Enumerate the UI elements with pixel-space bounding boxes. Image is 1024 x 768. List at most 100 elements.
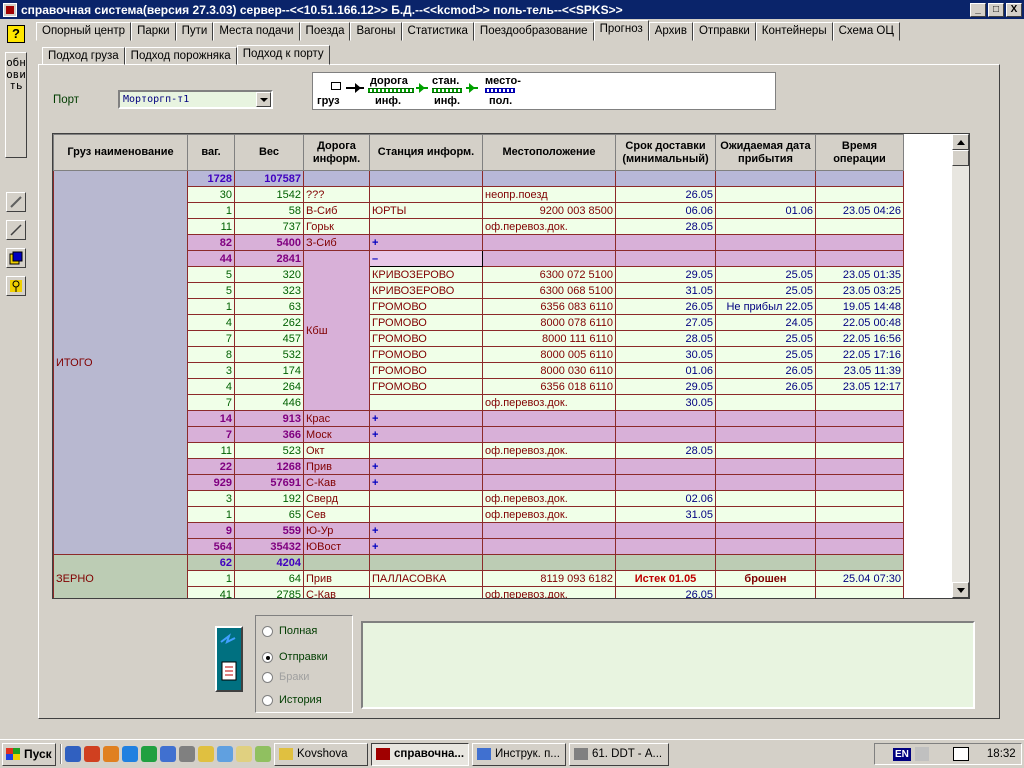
tab-0[interactable]: Опорный центр — [36, 22, 132, 41]
tab-6[interactable]: Статистика — [401, 22, 474, 41]
port-select[interactable]: Морторгп-т1 — [118, 90, 273, 109]
cell-delivery: 26.05 — [615, 586, 716, 598]
scroll-down-button[interactable] — [952, 582, 969, 598]
expand-toggle[interactable]: – — [369, 250, 483, 267]
chevron-down-icon[interactable] — [256, 92, 271, 107]
cell-road: Прив — [303, 570, 370, 587]
subtab-port-approach[interactable]: Подход к порту — [236, 45, 330, 65]
col-wagons[interactable]: ваг. — [187, 134, 235, 171]
clock[interactable]: 18:32 — [987, 748, 1016, 760]
expand-toggle[interactable]: + — [369, 458, 483, 475]
group-total[interactable]: ИТОГО — [53, 170, 188, 555]
col-expected[interactable]: Ожидаемая дата прибытия — [715, 134, 816, 171]
cell-expected: 26.05 — [715, 362, 816, 379]
col-delivery[interactable]: Срок доставки (минимальный) — [615, 134, 716, 171]
cell-expected: 26.05 — [715, 378, 816, 395]
col-cargo[interactable]: Груз наименование — [53, 134, 188, 171]
key-tool-button[interactable] — [6, 276, 26, 296]
refresh-button[interactable]: обновить — [5, 52, 27, 158]
tab-7[interactable]: Поездообразование — [473, 22, 594, 41]
quicklaunch-excel-icon[interactable] — [141, 746, 157, 762]
mode-shipments[interactable]: Отправки — [262, 651, 328, 663]
tab-4[interactable]: Поезда — [299, 22, 351, 41]
cell-station: ГРОМОВО — [369, 378, 483, 395]
cell-wagons: 1 — [187, 202, 235, 219]
calendar-icon[interactable] — [952, 747, 969, 761]
notes-area[interactable] — [361, 621, 975, 709]
app-icon[interactable] — [3, 2, 17, 17]
cell-expected — [715, 394, 816, 411]
quicklaunch-word-icon[interactable] — [160, 746, 176, 762]
tab-2[interactable]: Пути — [175, 22, 214, 41]
tab-11[interactable]: Контейнеры — [755, 22, 833, 41]
quicklaunch-picture-icon[interactable] — [255, 746, 271, 762]
col-weight[interactable]: Вес — [234, 134, 304, 171]
quicklaunch-ie-icon[interactable] — [122, 746, 138, 762]
document-tool-button[interactable] — [6, 248, 26, 268]
task-ddt[interactable]: 61. DDT - А... — [569, 742, 669, 766]
tab-12[interactable]: Схема ОЦ — [832, 22, 900, 41]
quicklaunch-pen-icon[interactable] — [198, 746, 214, 762]
data-grid[interactable]: Груз наименование ваг. Вес Дорога информ… — [52, 133, 970, 599]
scroll-up-button[interactable] — [952, 134, 969, 150]
scroll-thumb[interactable] — [952, 150, 969, 166]
quicklaunch-media-icon[interactable] — [103, 746, 119, 762]
pen-tool-button[interactable] — [6, 192, 26, 212]
quicklaunch-folder-icon[interactable] — [236, 746, 252, 762]
expand-toggle[interactable]: + — [369, 410, 483, 427]
expand-toggle[interactable]: + — [369, 234, 483, 251]
expand-toggle[interactable]: + — [369, 474, 483, 491]
col-optime[interactable]: Время операции — [815, 134, 904, 171]
cell-optime: 22.05 00:48 — [815, 314, 904, 331]
expand-toggle[interactable]: + — [369, 522, 483, 539]
minimize-button[interactable]: _ — [970, 2, 986, 17]
group-grain[interactable]: ЗЕРНО — [53, 554, 188, 598]
col-location[interactable]: Местоположение — [482, 134, 616, 171]
line-tool-button[interactable] — [6, 220, 26, 240]
tab-1[interactable]: Парки — [131, 22, 176, 41]
print-report-button[interactable] — [215, 626, 243, 692]
quicklaunch-app-icon[interactable] — [217, 746, 233, 762]
cell-location: оф.перевоз.док. — [482, 442, 616, 459]
table-row[interactable]: ЗЕРНО 62 4204 — [53, 554, 904, 598]
tab-3[interactable]: Места подачи — [213, 22, 300, 41]
quicklaunch-tool-icon[interactable] — [179, 746, 195, 762]
quicklaunch-outlook-icon[interactable] — [65, 746, 81, 762]
quicklaunch-msn-icon[interactable] — [84, 746, 100, 762]
cell-wagons: 4 — [187, 378, 235, 395]
help-button[interactable]: ? — [7, 25, 25, 43]
task-reference-system[interactable]: справочна... — [371, 742, 469, 766]
subtab-cargo-approach[interactable]: Подход груза — [42, 47, 125, 65]
tab-5[interactable]: Вагоны — [350, 22, 402, 41]
maximize-button[interactable]: □ — [988, 2, 1004, 17]
tab-8[interactable]: Прогноз — [593, 20, 649, 41]
start-button[interactable]: Пуск — [2, 742, 56, 766]
task-instructions[interactable]: Инструк. п... — [472, 742, 566, 766]
mode-full[interactable]: Полная — [262, 625, 317, 637]
cell-location — [482, 554, 616, 571]
cell-location — [482, 170, 616, 187]
cell-road: ??? — [303, 186, 370, 203]
radio-history[interactable] — [262, 694, 273, 706]
col-station[interactable]: Станция информ. — [369, 134, 483, 171]
tab-10[interactable]: Отправки — [692, 22, 756, 41]
radio-full[interactable] — [262, 625, 273, 637]
volume-icon[interactable] — [914, 747, 929, 761]
tab-9[interactable]: Архив — [648, 22, 693, 41]
close-button[interactable]: X — [1006, 2, 1022, 17]
col-road[interactable]: Дорога информ. — [303, 134, 370, 171]
expand-toggle[interactable]: + — [369, 426, 483, 443]
taskbar: Пуск Kovshova справочна... Инструк. п...… — [0, 739, 1024, 768]
radio-shipments[interactable] — [262, 651, 273, 663]
table-row[interactable]: ИТОГО 1728 107587 — [53, 170, 904, 555]
cell-weight: 65 — [234, 506, 304, 523]
task-kovshova[interactable]: Kovshova — [274, 742, 368, 766]
vertical-scrollbar[interactable] — [952, 134, 969, 598]
subtab-empty-approach[interactable]: Подход порожняка — [124, 47, 237, 65]
expand-toggle[interactable]: + — [369, 538, 483, 555]
cell-weight: 64 — [234, 570, 304, 587]
mode-history[interactable]: История — [262, 694, 322, 706]
language-indicator[interactable]: EN — [893, 747, 911, 761]
cell-road: Крас — [303, 410, 370, 427]
cell-optime: 23.05 11:39 — [815, 362, 904, 379]
